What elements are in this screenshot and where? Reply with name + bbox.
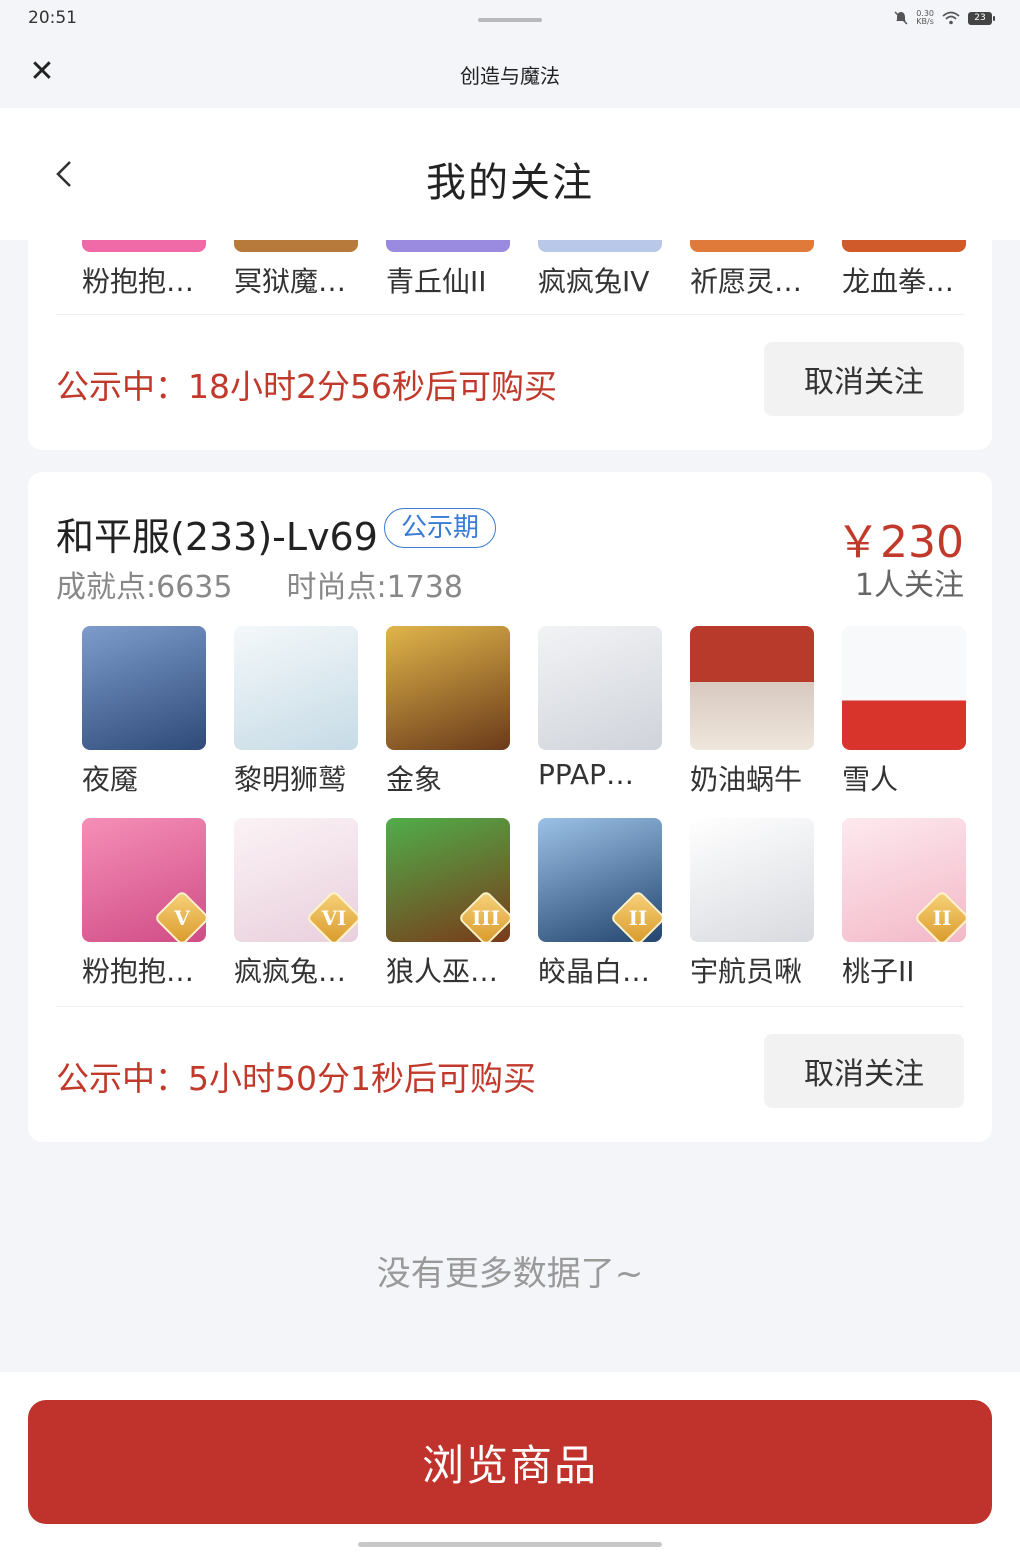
pet-item[interactable]: VI 疯疯兔… (234, 818, 386, 990)
pet-name: 疯疯兔… (234, 955, 347, 988)
app-title: 创造与魔法 (460, 64, 560, 88)
pet-name: 桃子II (842, 955, 915, 988)
wifi-icon (942, 11, 960, 25)
page-title: 我的关注 (426, 160, 594, 206)
drag-handle (478, 18, 542, 22)
pet-item[interactable]: III 狼人巫… (386, 818, 538, 990)
pet-thumbnail (234, 240, 358, 252)
net-speed: 0.30 KB/s (916, 10, 934, 26)
status-bar: 20:51 0.30 KB/s 23 (0, 0, 1020, 40)
pet-list: V 粉抱抱… VI 疯疯兔… III 狼人巫… II 皎晶白… 宇航员啾 II … (82, 818, 992, 990)
rank-badge: II (913, 889, 966, 942)
pet-thumbnail: V (82, 818, 206, 942)
unfollow-button[interactable]: 取消关注 (764, 1034, 964, 1108)
pet-item[interactable]: 祈愿灵… (690, 240, 842, 300)
pet-name: 夜魇 (82, 763, 139, 796)
pet-name: 疯疯兔IV (538, 265, 650, 298)
pet-thumbnail (690, 240, 814, 252)
pet-thumbnail (842, 240, 966, 252)
unfollow-button[interactable]: 取消关注 (764, 342, 964, 416)
pet-name: 狼人巫… (386, 955, 499, 988)
divider (56, 314, 964, 315)
pet-name: 龙血拳… (842, 265, 955, 298)
pet-item[interactable]: 宇航员啾 (690, 818, 842, 990)
pet-thumbnail (538, 626, 662, 750)
rank-badge-label: II (932, 906, 952, 930)
pet-thumbnail (842, 626, 966, 750)
pet-name: 奶油蜗牛 (690, 763, 803, 796)
pet-name: 金象 (386, 763, 443, 796)
divider (56, 1006, 964, 1007)
fashion-points: 时尚点:1738 (286, 570, 463, 605)
pet-item[interactable]: 黎明狮鹫 (234, 626, 386, 798)
pet-item[interactable]: 青丘仙II (386, 240, 538, 300)
home-indicator[interactable] (358, 1542, 662, 1547)
achievement-points: 成就点:6635 (56, 570, 233, 605)
rank-badge: II (609, 889, 662, 942)
pet-thumbnail (386, 626, 510, 750)
pet-thumbnail (82, 240, 206, 252)
countdown-notice: 公示中：5小时50分1秒后可购买 (56, 1059, 536, 1098)
pet-item[interactable]: II 桃子II (842, 818, 992, 990)
pet-name: 青丘仙II (386, 265, 487, 298)
stats: 成就点:6635 时尚点:1738 (56, 562, 463, 606)
pet-thumbnail (690, 818, 814, 942)
pet-thumbnail (538, 240, 662, 252)
pet-item[interactable]: 雪人 (842, 626, 992, 798)
pet-name: 皎晶白… (538, 955, 651, 988)
status-badge: 公示期 (384, 508, 497, 548)
pet-thumbnail: III (386, 818, 510, 942)
rank-badge-label: III (471, 906, 501, 930)
bottom-bar: 浏览商品 (0, 1372, 1020, 1552)
page-header: 我的关注 (0, 108, 1020, 240)
bell-off-icon (894, 11, 908, 25)
battery-icon: 23 (968, 11, 995, 25)
rank-badge-label: VI (321, 906, 347, 930)
pet-item[interactable]: 奶油蜗牛 (690, 626, 842, 798)
no-more-data-text: 没有更多数据了~ (376, 1254, 644, 1294)
pet-item[interactable]: 夜魇 (82, 626, 234, 798)
countdown-notice: 公示中：18小时2分56秒后可购买 (56, 367, 557, 406)
pet-item[interactable]: 粉抱抱… (82, 240, 234, 300)
pet-name: 祈愿灵… (690, 265, 803, 298)
pet-name: 粉抱抱… (82, 955, 195, 988)
pet-thumbnail: II (842, 818, 966, 942)
rank-badge-label: II (628, 906, 648, 930)
pet-item[interactable]: PPAP… (538, 626, 690, 798)
app-bar: ✕ 创造与魔法 (0, 40, 1020, 108)
pet-name: 黎明狮鹫 (234, 763, 347, 796)
pet-name: 冥狱魔… (234, 265, 347, 298)
server-name: 和平服(233)-Lv69 (56, 515, 378, 559)
pet-thumbnail (386, 240, 510, 252)
pet-thumbnail (234, 626, 358, 750)
status-time: 20:51 (28, 8, 77, 28)
follower-count: 1人关注 (854, 568, 964, 603)
pet-name: 粉抱抱… (82, 265, 195, 298)
pet-item[interactable]: 龙血拳… (842, 240, 992, 300)
pet-thumbnail (82, 626, 206, 750)
status-icons: 0.30 KB/s 23 (894, 10, 995, 26)
pet-list: 夜魇 黎明狮鹫 金象 PPAP… 奶油蜗牛 雪人 (82, 626, 992, 798)
pet-name: PPAP… (538, 758, 635, 791)
net-speed-unit: KB/s (916, 17, 934, 26)
pet-item[interactable]: II 皎晶白… (538, 818, 690, 990)
rank-badge: VI (305, 889, 358, 942)
pet-thumbnail: VI (234, 818, 358, 942)
rank-badge-label: V (174, 906, 190, 930)
followed-item-card[interactable]: 和平服(233)-Lv69 公示期 ￥230 成就点:6635 时尚点:1738 … (28, 472, 992, 1142)
pet-item[interactable]: 疯疯兔IV (538, 240, 690, 300)
browse-products-button[interactable]: 浏览商品 (28, 1400, 992, 1524)
pet-thumbnail: II (538, 818, 662, 942)
pet-thumbnail (690, 626, 814, 750)
pet-item[interactable]: 冥狱魔… (234, 240, 386, 300)
followed-item-card[interactable]: 粉抱抱… 冥狱魔… 青丘仙II 疯疯兔IV 祈愿灵… 龙血拳… 公示中：18小时… (28, 240, 992, 450)
rank-badge: III (457, 889, 510, 942)
pet-list: 粉抱抱… 冥狱魔… 青丘仙II 疯疯兔IV 祈愿灵… 龙血拳… (82, 240, 992, 300)
pet-item[interactable]: 金象 (386, 626, 538, 798)
rank-badge: V (153, 889, 206, 942)
pet-name: 雪人 (842, 763, 899, 796)
pet-name: 宇航员啾 (690, 955, 803, 988)
pet-item[interactable]: V 粉抱抱… (82, 818, 234, 990)
